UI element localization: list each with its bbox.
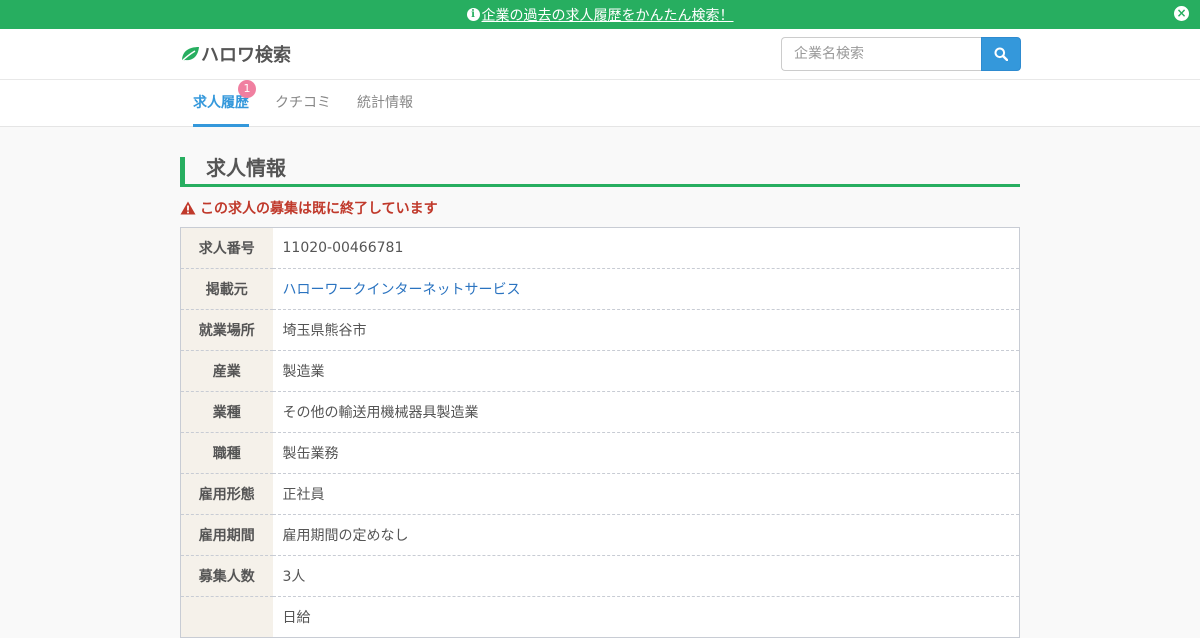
row-label: 求人番号: [180, 227, 273, 269]
row-label: 職種: [180, 432, 273, 474]
search-form: [781, 37, 1021, 71]
row-value: 雇用期間の定めなし: [272, 514, 1020, 556]
table-row: 業種 その他の輸送用機械器具製造業: [180, 391, 1020, 433]
row-value: 埼玉県熊谷市: [272, 309, 1020, 351]
table-row: 雇用形態 正社員: [180, 473, 1020, 515]
search-button[interactable]: [981, 37, 1021, 71]
row-value: その他の輸送用機械器具製造業: [272, 391, 1020, 433]
row-label: 掲載元: [180, 268, 273, 310]
site-logo[interactable]: ハロワ検索: [180, 41, 291, 67]
top-banner: i 企業の過去の求人履歴をかんたん検索！ ×: [0, 0, 1200, 29]
company-search-input[interactable]: [781, 37, 981, 71]
tab-label: 統計情報: [357, 95, 413, 111]
source-link[interactable]: ハローワークインターネットサービス: [283, 282, 521, 298]
table-row: 産業 製造業: [180, 350, 1020, 392]
row-value: 11020-00466781: [272, 227, 1020, 269]
nav-tabs: 求人履歴 1 クチコミ 統計情報: [0, 80, 1200, 127]
row-label: 就業場所: [180, 309, 273, 351]
table-row: 就業場所 埼玉県熊谷市: [180, 309, 1020, 351]
row-label: 産業: [180, 350, 273, 392]
banner-link[interactable]: 企業の過去の求人履歴をかんたん検索！: [482, 5, 734, 25]
tab-reviews[interactable]: クチコミ: [275, 80, 331, 126]
table-row: 求人番号 11020-00466781: [180, 227, 1020, 269]
leaf-icon: [180, 47, 199, 63]
warning-icon: [180, 201, 196, 215]
row-value: 製缶業務: [272, 432, 1020, 474]
search-icon: [994, 47, 1008, 61]
tab-label: クチコミ: [275, 95, 331, 111]
row-label: 雇用期間: [180, 514, 273, 556]
table-row: 雇用期間 雇用期間の定めなし: [180, 514, 1020, 556]
row-value: ハローワークインターネットサービス: [272, 268, 1020, 310]
info-icon: i: [466, 8, 480, 21]
row-value: 3人: [272, 555, 1020, 597]
row-label: 業種: [180, 391, 273, 433]
close-icon[interactable]: ×: [1174, 6, 1189, 21]
row-label: 雇用形態: [180, 473, 273, 515]
row-value: 日給: [272, 596, 1020, 638]
tab-job-history[interactable]: 求人履歴 1: [193, 80, 256, 127]
closed-alert: この求人の募集は既に終了しています: [180, 198, 438, 218]
tab-statistics[interactable]: 統計情報: [357, 80, 413, 126]
row-label: 募集人数: [180, 555, 273, 597]
notification-badge: 1: [238, 80, 256, 98]
table-row: 職種 製缶業務: [180, 432, 1020, 474]
section-title: 求人情報: [180, 157, 1020, 187]
tab-label: 求人履歴: [193, 95, 249, 111]
site-header: ハロワ検索: [0, 29, 1200, 80]
job-info-table: 求人番号 11020-00466781 掲載元 ハローワークインターネットサービ…: [180, 227, 1020, 638]
table-row: 掲載元 ハローワークインターネットサービス: [180, 268, 1020, 310]
logo-text: ハロワ検索: [201, 45, 291, 66]
row-label: [180, 596, 273, 638]
table-row: 募集人数 3人: [180, 555, 1020, 597]
row-value: 正社員: [272, 473, 1020, 515]
row-value: 製造業: [272, 350, 1020, 392]
table-row: 日給: [180, 596, 1020, 638]
alert-text: この求人の募集は既に終了しています: [200, 201, 438, 217]
